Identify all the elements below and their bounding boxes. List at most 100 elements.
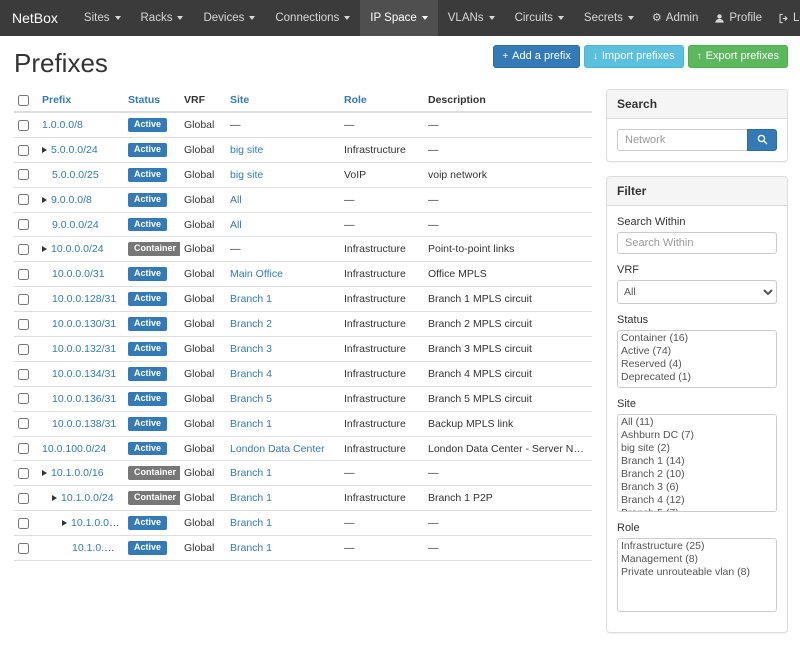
filter-option[interactable]: Infrastructure (25)	[619, 540, 775, 553]
filter-option[interactable]: Deprecated (1)	[619, 371, 775, 384]
row-checkbox[interactable]	[18, 219, 29, 230]
filter-option[interactable]: Management (8)	[619, 553, 775, 566]
row-checkbox[interactable]	[18, 418, 29, 429]
row-checkbox[interactable]	[18, 120, 29, 131]
filter-option[interactable]: Ashburn DC (7)	[619, 429, 775, 442]
row-checkbox[interactable]	[18, 443, 29, 454]
app-brand[interactable]: NetBox	[12, 0, 58, 36]
search-icon	[757, 133, 768, 148]
prefix-link[interactable]: 10.0.0.136/31	[52, 393, 116, 405]
filter-option[interactable]: Branch 2 (10)	[619, 468, 775, 481]
nav-item-sites[interactable]: Sites	[74, 0, 131, 36]
prefix-link[interactable]: 10.0.0.132/31	[52, 343, 116, 355]
column-header-status[interactable]: Status	[124, 89, 180, 112]
status-select[interactable]: Container (16)Active (74)Reserved (4)Dep…	[617, 330, 777, 388]
filter-option[interactable]: big site (2)	[619, 442, 775, 455]
row-checkbox[interactable]	[18, 194, 29, 205]
site-link[interactable]: All	[230, 194, 242, 206]
filter-option[interactable]: Active (74)	[619, 345, 775, 358]
filter-option[interactable]: Branch 1 (14)	[619, 455, 775, 468]
nav-item-connections[interactable]: Connections	[265, 0, 360, 36]
site-link[interactable]: big site	[230, 169, 263, 181]
nav-item-racks[interactable]: Racks	[131, 0, 194, 36]
row-checkbox[interactable]	[18, 344, 29, 355]
site-link[interactable]: Branch 1	[230, 517, 272, 529]
admin-link[interactable]: ⚙ Admin	[644, 0, 706, 36]
row-checkbox[interactable]	[18, 319, 29, 330]
site-link[interactable]: Branch 1	[230, 418, 272, 430]
row-checkbox[interactable]	[18, 244, 29, 255]
site-link[interactable]: big site	[230, 144, 263, 156]
filter-option[interactable]: Private unrouteable vlan (8)	[619, 566, 775, 579]
profile-link[interactable]: Profile	[706, 0, 770, 36]
nav-item-ip-space[interactable]: IP Space	[360, 0, 437, 36]
row-checkbox[interactable]	[18, 169, 29, 180]
site-cell: Main Office	[226, 262, 340, 287]
prefix-link[interactable]: 10.0.0.134/31	[52, 368, 116, 380]
row-checkbox[interactable]	[18, 269, 29, 280]
filter-option[interactable]: All (11)	[619, 416, 775, 429]
prefix-link[interactable]: 10.0.0.0/31	[52, 268, 105, 280]
site-link[interactable]: Branch 1	[230, 293, 272, 305]
import-prefixes-button[interactable]: ↓ Import prefixes	[584, 45, 684, 68]
role-select[interactable]: Infrastructure (25)Management (8)Private…	[617, 538, 777, 612]
site-link[interactable]: Branch 5	[230, 393, 272, 405]
logout-link[interactable]: Log out	[770, 0, 800, 36]
row-checkbox[interactable]	[18, 468, 29, 479]
search-button[interactable]	[747, 129, 777, 151]
add-prefix-button[interactable]: + Add a prefix	[493, 45, 580, 68]
row-checkbox[interactable]	[18, 393, 29, 404]
row-checkbox[interactable]	[18, 369, 29, 380]
prefix-link[interactable]: 10.0.100.0/24	[42, 443, 106, 455]
vrf-select[interactable]: All	[617, 280, 777, 304]
prefix-link[interactable]: 9.0.0.0/8	[51, 194, 92, 206]
prefix-link[interactable]: 10.1.0.0/26	[72, 542, 124, 554]
table-row: 9.0.0.0/24 Active Global All — —	[14, 212, 592, 237]
prefix-link[interactable]: 10.1.0.0/24	[61, 492, 114, 504]
column-header-role[interactable]: Role	[340, 89, 424, 112]
select-all-checkbox[interactable]	[18, 95, 29, 106]
site-link[interactable]: Branch 4	[230, 368, 272, 380]
nav-item-circuits[interactable]: Circuits	[505, 0, 574, 36]
row-checkbox[interactable]	[18, 543, 29, 554]
site-link[interactable]: Main Office	[230, 268, 283, 280]
site-link[interactable]: All	[230, 219, 242, 231]
row-checkbox[interactable]	[18, 493, 29, 504]
filter-option[interactable]: Reserved (4)	[619, 358, 775, 371]
role-filter-label: Role	[617, 522, 777, 534]
site-link[interactable]: Branch 1	[230, 467, 272, 479]
site-link[interactable]: Branch 2	[230, 318, 272, 330]
search-within-input[interactable]	[617, 232, 777, 254]
nav-item-secrets[interactable]: Secrets	[574, 0, 644, 36]
prefix-link[interactable]: 10.1.0.0/16	[51, 467, 104, 479]
prefix-link[interactable]: 9.0.0.0/24	[52, 219, 99, 231]
prefix-link[interactable]: 5.0.0.0/25	[52, 169, 99, 181]
prefix-link[interactable]: 10.1.0.0/25	[71, 517, 124, 529]
filter-option[interactable]: Branch 5 (7)	[619, 507, 775, 512]
filter-option[interactable]: Branch 3 (6)	[619, 481, 775, 494]
site-link[interactable]: Branch 1	[230, 542, 272, 554]
description-value: —	[424, 137, 592, 162]
column-header-site[interactable]: Site	[226, 89, 340, 112]
row-checkbox[interactable]	[18, 145, 29, 156]
nav-item-devices[interactable]: Devices	[193, 0, 265, 36]
row-checkbox[interactable]	[18, 518, 29, 529]
site-link[interactable]: Branch 3	[230, 343, 272, 355]
search-input[interactable]	[617, 129, 747, 151]
prefix-link[interactable]: 10.0.0.0/24	[51, 243, 104, 255]
nav-item-vlans[interactable]: VLANs	[438, 0, 505, 36]
prefix-link[interactable]: 10.0.0.130/31	[52, 318, 116, 330]
prefix-link[interactable]: 10.0.0.138/31	[52, 418, 116, 430]
site-link[interactable]: Branch 1	[230, 492, 272, 504]
filter-option[interactable]: Branch 4 (12)	[619, 494, 775, 507]
row-checkbox[interactable]	[18, 294, 29, 305]
expand-arrow-icon	[42, 147, 47, 153]
site-link[interactable]: London Data Center	[230, 443, 325, 455]
site-select[interactable]: All (11)Ashburn DC (7)big site (2)Branch…	[617, 414, 777, 512]
column-header-prefix[interactable]: Prefix	[38, 89, 124, 112]
prefix-link[interactable]: 1.0.0.0/8	[42, 119, 83, 131]
prefix-link[interactable]: 10.0.0.128/31	[52, 293, 116, 305]
export-prefixes-button[interactable]: ↑ Export prefixes	[688, 45, 788, 68]
prefix-link[interactable]: 5.0.0.0/24	[51, 144, 98, 156]
filter-option[interactable]: Container (16)	[619, 332, 775, 345]
